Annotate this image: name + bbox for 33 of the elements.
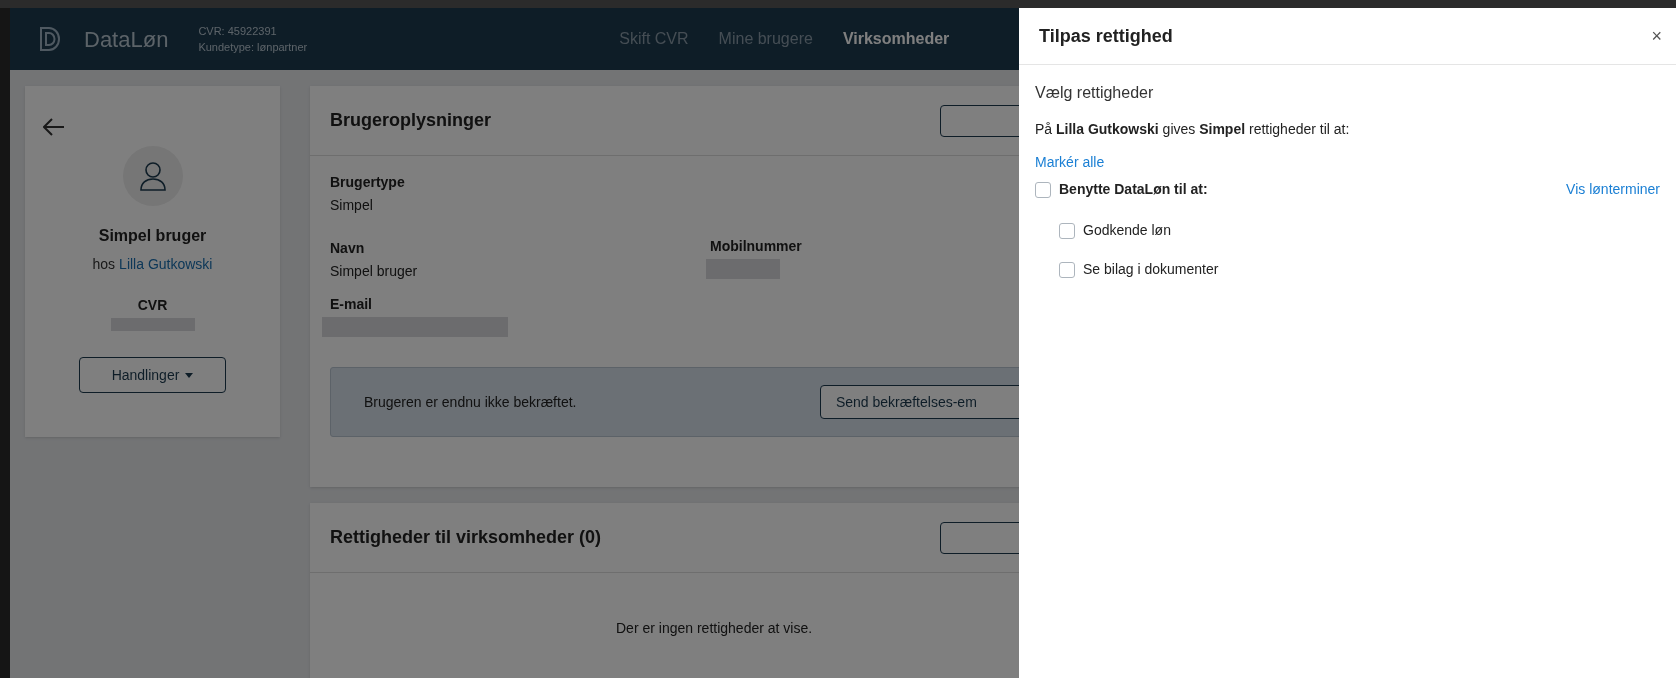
- checkbox[interactable]: [1059, 222, 1075, 239]
- panel-title: Tilpas rettighed: [1039, 24, 1173, 48]
- show-periods-link[interactable]: Vis lønterminer: [1566, 179, 1660, 200]
- checkbox-label: Godkende løn: [1083, 221, 1171, 240]
- back-arrow-icon[interactable]: [43, 118, 65, 136]
- field-label: Mobilnummer: [710, 237, 802, 256]
- notice-text: Brugeren er endnu ikke bekræftet.: [364, 392, 578, 412]
- card-title: Rettigheder til virksomheder (0): [330, 526, 602, 549]
- checkbox[interactable]: [1059, 261, 1075, 278]
- empty-message: Der er ingen rettigheder at vise.: [616, 618, 813, 638]
- field-label: Navn: [330, 239, 365, 258]
- checkbox-label: Se bilag i dokumenter: [1083, 260, 1219, 279]
- section-heading: Vælg rettigheder: [1035, 83, 1155, 103]
- cvr-label: CVR: [137, 296, 168, 315]
- field-value: Simpel: [330, 196, 373, 215]
- cvr-text: CVR: 45922391: [198, 24, 278, 39]
- field-label: E-mail: [330, 295, 372, 314]
- card-title: Brugeroplysninger: [330, 109, 492, 132]
- select-all-link[interactable]: Markér alle: [1035, 152, 1105, 173]
- brand-name: DataLøn: [84, 25, 169, 54]
- company-prefix: hos: [92, 255, 116, 274]
- checkbox[interactable]: [1035, 181, 1051, 198]
- close-button[interactable]: ×: [1651, 22, 1662, 50]
- checkbox-label: Benytte DataLøn til at:: [1059, 180, 1208, 199]
- customer-type-text: Kundetype: lønpartner: [198, 40, 308, 55]
- actions-button[interactable]: Handlinger: [79, 357, 226, 393]
- intro-text: På Lilla Gutkowski gives Simpel rettigheder til at:: [1035, 120, 1351, 139]
- field-value: Simpel bruger: [330, 262, 418, 281]
- user-name: Simpel bruger: [98, 226, 207, 246]
- company-link[interactable]: Lilla Gutkowski: [119, 254, 213, 275]
- field-label: Brugertype: [330, 173, 405, 192]
- nav-link[interactable]: Virksomheder: [842, 27, 950, 51]
- caret-icon: [185, 372, 194, 378]
